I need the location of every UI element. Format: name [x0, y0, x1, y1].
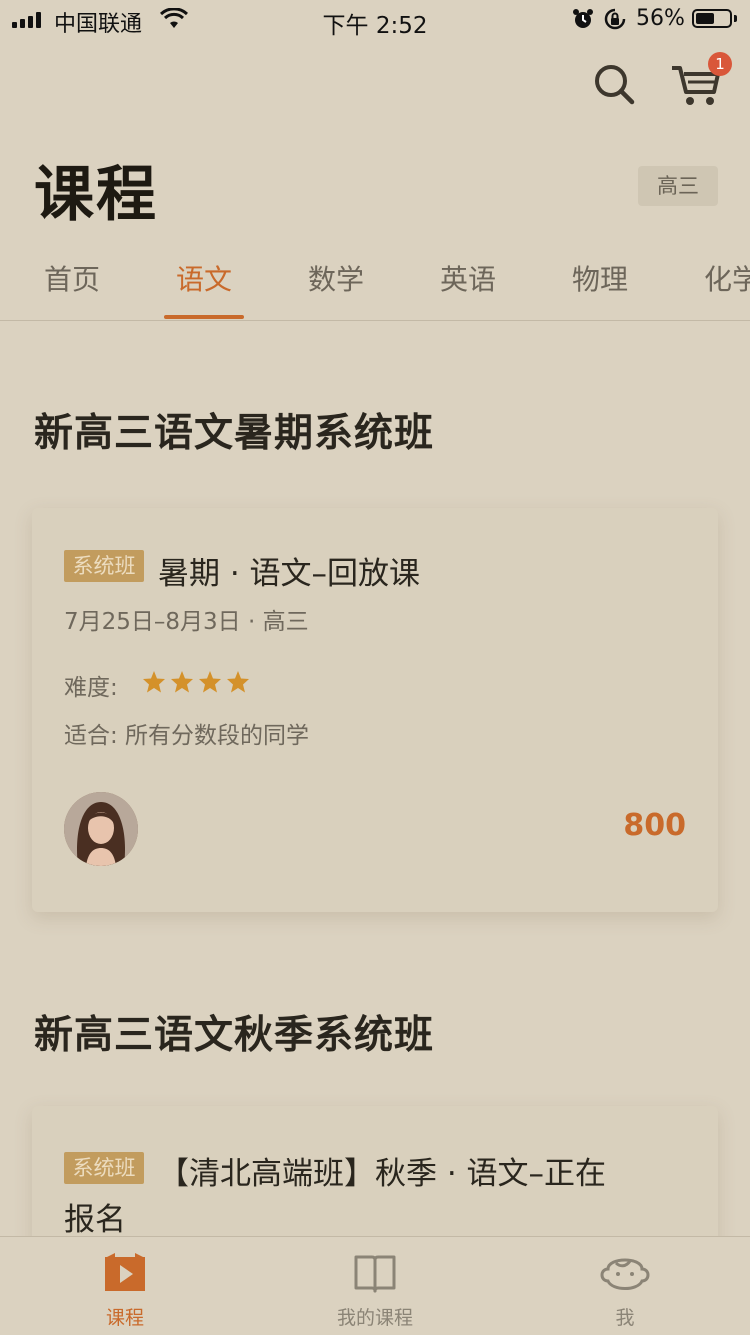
tab-math[interactable]: 数学: [308, 258, 364, 298]
tab-home[interactable]: 首页: [44, 258, 100, 298]
page-title: 课程: [34, 160, 158, 230]
tab-physics[interactable]: 物理: [572, 258, 628, 298]
course-name-line1: 【清北高端班】秋季 · 语文–正在: [158, 1156, 607, 1192]
profile-face-icon: [600, 1258, 650, 1290]
play-video-icon: [105, 1253, 145, 1291]
star-icon: [171, 671, 193, 693]
active-tab-indicator: [164, 315, 244, 319]
subject-tabs: 首页 语文 数学 英语 物理 化学: [0, 250, 750, 321]
teacher-photo: [64, 792, 138, 866]
tabbar-courses[interactable]: 课程: [0, 1237, 250, 1335]
suitable-for: 适合: 所有分数段的同学: [64, 723, 310, 749]
battery-icon: [692, 9, 732, 28]
tabbar-label: 我的课程: [336, 1307, 413, 1329]
class-type-tag: 系统班: [64, 550, 144, 582]
star-icon: [227, 671, 249, 693]
cart-button[interactable]: 1: [668, 52, 732, 108]
star-icon: [143, 671, 165, 693]
tabbar-label: 课程: [105, 1307, 144, 1329]
course-schedule: 7月25日–8月3日 · 高三: [64, 609, 309, 635]
difficulty-rating: [142, 670, 250, 694]
section-title: 新高三语文秋季系统班: [34, 1013, 435, 1058]
tabbar-label: 我: [615, 1307, 635, 1329]
battery-percent: 56%: [636, 6, 685, 31]
tabbar-my-courses[interactable]: 我的课程: [250, 1237, 500, 1335]
status-bar: 中国联通 下午 2:52 56%: [0, 0, 750, 40]
course-name: 暑期 · 语文–回放课: [158, 556, 421, 592]
course-name-line2: 报名: [64, 1202, 126, 1238]
rotation-lock-icon: [604, 8, 626, 30]
cart-count-badge: 1: [708, 52, 732, 76]
course-card[interactable]: 系统班 暑期 · 语文–回放课 7月25日–8月3日 · 高三 难度: 适合: …: [32, 508, 718, 912]
class-type-tag: 系统班: [64, 1152, 144, 1184]
tab-chinese[interactable]: 语文: [176, 258, 232, 298]
search-icon: [595, 65, 635, 105]
tabbar-me[interactable]: 我: [500, 1237, 750, 1335]
teacher-avatar[interactable]: [64, 792, 138, 866]
grade-selector[interactable]: 高三: [638, 166, 718, 206]
alarm-icon: [573, 9, 593, 28]
bottom-tab-bar: 课程 我的课程 我: [0, 1236, 750, 1335]
open-book-icon: [354, 1255, 396, 1293]
tab-english[interactable]: 英语: [440, 258, 496, 298]
course-price: 800: [623, 808, 686, 843]
difficulty-label: 难度:: [64, 675, 118, 701]
section-title: 新高三语文暑期系统班: [34, 411, 435, 456]
star-icon: [199, 671, 221, 693]
search-button[interactable]: [592, 62, 636, 106]
tab-chemistry[interactable]: 化学: [704, 258, 750, 298]
